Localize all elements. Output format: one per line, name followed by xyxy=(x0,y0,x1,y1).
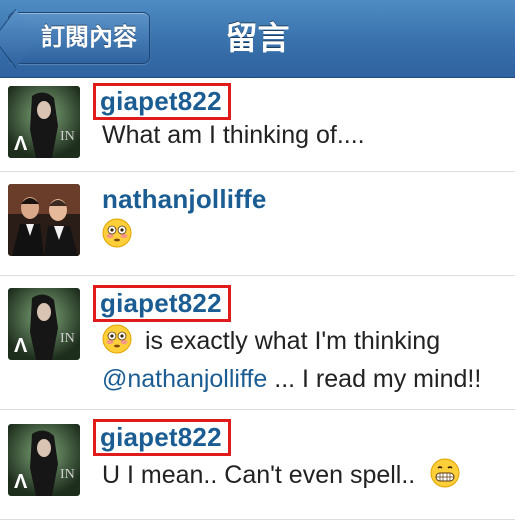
comment-username[interactable]: giapet822 xyxy=(93,419,231,456)
flushed-face-icon xyxy=(102,218,132,248)
comment-text-line2: ... I read my mind!! xyxy=(267,365,482,393)
avatar[interactable]: Λ IN xyxy=(8,288,80,360)
comment-list: Λ IN giapet822 What am I thinking of....… xyxy=(0,78,515,520)
comment-text: is exactly what I'm thinking @nathanjoll… xyxy=(102,322,507,398)
mention-link[interactable]: @nathanjolliffe xyxy=(102,365,267,393)
comment-item: Λ IN giapet822 What am I thinking of.... xyxy=(0,78,515,172)
avatar-image xyxy=(8,184,80,256)
nav-bar: 訂閱內容 留言 xyxy=(0,0,515,78)
comment-item: Λ IN giapet822 is exactly what I'm think… xyxy=(0,276,515,410)
comment-text-line1: is exactly what I'm thinking xyxy=(144,327,441,355)
svg-text:IN: IN xyxy=(60,467,75,482)
comment-username[interactable]: giapet822 xyxy=(93,285,231,322)
avatar-image: Λ IN xyxy=(8,86,80,158)
comment-text xyxy=(102,216,507,254)
avatar-image: Λ IN xyxy=(8,424,80,496)
svg-text:IN: IN xyxy=(60,129,75,144)
avatar[interactable]: Λ IN xyxy=(8,86,80,158)
back-button-label: 訂閱內容 xyxy=(41,24,137,51)
avatar[interactable] xyxy=(8,184,80,256)
avatar-image: Λ IN xyxy=(8,288,80,360)
comment-item: Λ IN giapet822 U I mean.. Can't even spe… xyxy=(0,410,515,520)
comment-text: What am I thinking of.... xyxy=(102,121,365,149)
flushed-face-icon xyxy=(102,324,132,354)
svg-text:Λ: Λ xyxy=(14,133,28,155)
svg-text:Λ: Λ xyxy=(14,471,28,493)
comment-text: U I mean.. Can't even spell.. xyxy=(102,456,507,494)
comment-text-body: U I mean.. Can't even spell.. xyxy=(102,461,416,489)
comment-item: nathanjolliffe xyxy=(0,172,515,276)
avatar[interactable]: Λ IN xyxy=(8,424,80,496)
back-button[interactable]: 訂閱內容 xyxy=(8,12,150,64)
svg-text:IN: IN xyxy=(60,331,75,346)
comment-username[interactable]: giapet822 xyxy=(93,83,231,120)
comment-username[interactable]: nathanjolliffe xyxy=(102,184,267,215)
svg-text:Λ: Λ xyxy=(14,335,28,357)
grimacing-face-icon xyxy=(430,458,460,488)
